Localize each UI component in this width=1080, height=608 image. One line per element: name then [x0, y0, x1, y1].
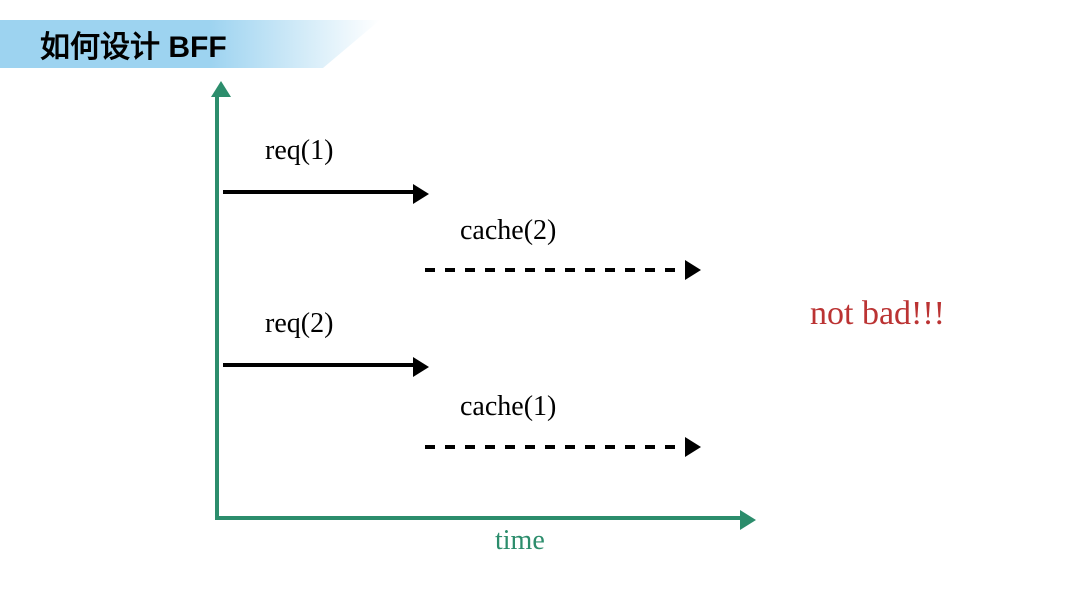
label-req1: req(1): [265, 135, 333, 167]
arrow-cache1: [425, 445, 685, 449]
label-req2: req(2): [265, 308, 333, 340]
slide-title: 如何设计 BFF: [0, 20, 380, 68]
arrow-cache2: [425, 268, 685, 272]
diagram: time req(1) cache(2) req(2) cache(1): [215, 95, 755, 545]
callout-notbad: not bad!!!: [810, 295, 945, 333]
x-axis-label: time: [495, 525, 545, 557]
arrow-req1: [223, 190, 413, 194]
label-cache2: cache(2): [460, 215, 556, 247]
arrow-req2: [223, 363, 413, 367]
label-cache1: cache(1): [460, 391, 556, 423]
x-axis: [215, 516, 740, 520]
y-axis: [215, 95, 219, 520]
